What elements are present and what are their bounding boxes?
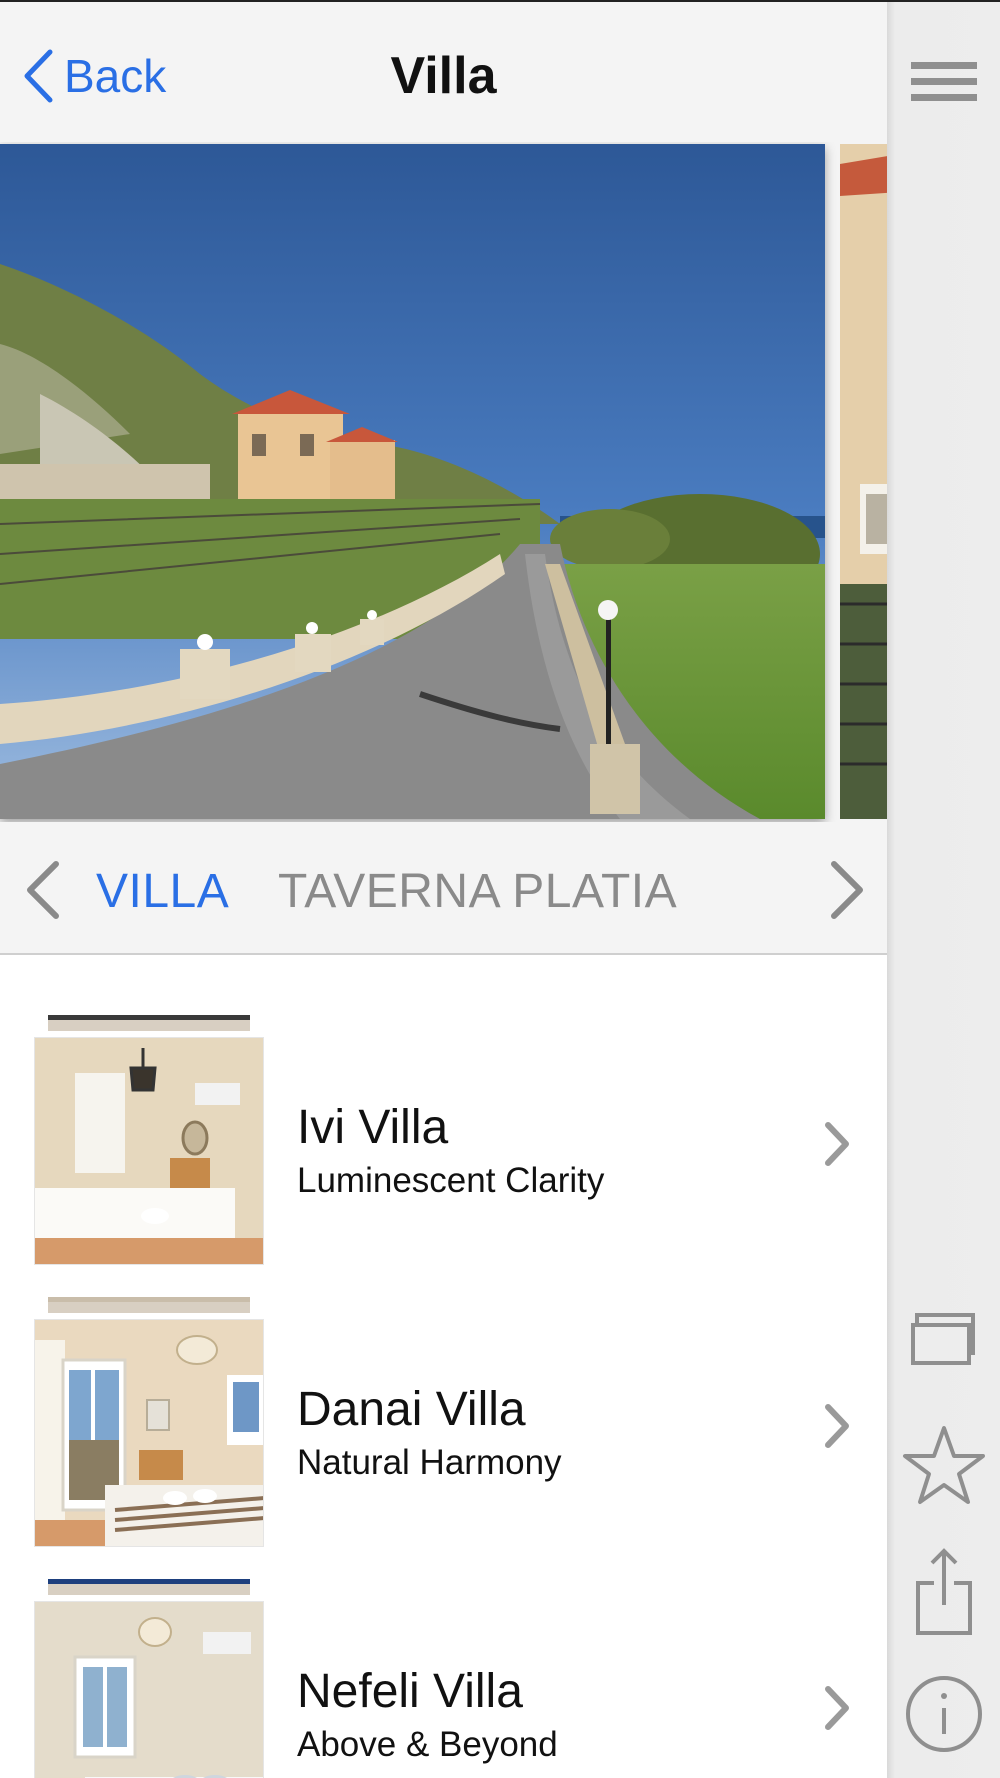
gallery-button[interactable] (887, 1312, 1000, 1368)
list-item[interactable]: Danai Villa Natural Harmony (0, 1239, 887, 1547)
gallery-icon (910, 1313, 975, 1365)
star-icon (902, 1426, 985, 1504)
navigation-bar: Back Villa (0, 2, 887, 142)
chevron-right-icon (825, 1686, 849, 1730)
chevron-right-icon (825, 1122, 849, 1166)
list-item[interactable]: Nefeli Villa Above & Beyond (0, 1521, 887, 1778)
menu-button[interactable] (887, 60, 1000, 104)
menu-icon (910, 62, 977, 101)
category-villa[interactable]: VILLA (96, 864, 229, 919)
share-button[interactable] (887, 1547, 1000, 1637)
category-switcher: VILLA TAVERNA PLATIA (0, 822, 887, 955)
villa-name: Ivi Villa (297, 1101, 449, 1154)
villa-name: Danai Villa (297, 1383, 526, 1436)
page-title: Villa (390, 47, 497, 105)
photo-gallery[interactable] (0, 142, 887, 822)
info-icon (905, 1676, 982, 1752)
villa-thumbnail (34, 1297, 264, 1547)
chevron-left-icon[interactable] (22, 858, 62, 922)
info-button[interactable] (887, 1674, 1000, 1754)
villa-list: Ivi Villa Luminescent Clarity Danai Vill… (0, 957, 887, 1778)
chevron-right-icon (825, 1404, 849, 1448)
chevron-right-icon[interactable] (828, 858, 868, 922)
villa-thumbnail (34, 1015, 264, 1265)
category-taverna-platia[interactable]: TAVERNA PLATIA (278, 864, 677, 919)
villa-tagline: Luminescent Clarity (297, 1161, 605, 1200)
right-sidebar (887, 0, 1000, 1778)
main-panel: Back Villa VILLA TAVERNA PLATIA Ivi Vill… (0, 0, 887, 1778)
villa-name: Nefeli Villa (297, 1665, 523, 1718)
villa-tagline: Above & Beyond (297, 1725, 558, 1764)
share-icon (915, 1548, 972, 1635)
gallery-photo-next[interactable] (840, 144, 887, 819)
list-item[interactable]: Ivi Villa Luminescent Clarity (0, 957, 887, 1265)
gallery-photo-main[interactable] (0, 144, 825, 819)
favorite-button[interactable] (887, 1424, 1000, 1506)
villa-tagline: Natural Harmony (297, 1443, 562, 1482)
villa-thumbnail (34, 1579, 264, 1778)
